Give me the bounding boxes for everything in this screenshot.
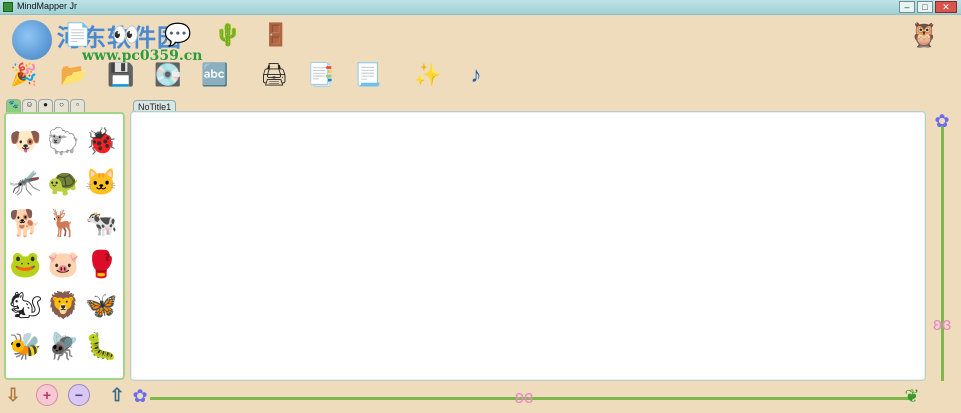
- party-hat-icon[interactable]: 🎉: [8, 58, 40, 92]
- caterpillar-sticker-icon[interactable]: 🐛: [84, 327, 120, 365]
- tab-faces[interactable]: ☺: [22, 99, 37, 112]
- palette-tabs: 🐾 ☺ ● ○ ▫: [6, 99, 85, 113]
- move-down-button[interactable]: ⇩: [2, 384, 24, 406]
- mosquito-sticker-icon[interactable]: 🦟: [8, 163, 44, 201]
- bee-sticker-icon[interactable]: 🐝: [8, 327, 44, 365]
- squirrel-sticker-icon[interactable]: 🐿: [8, 286, 44, 324]
- butterfly-sticker-icon[interactable]: 🦋: [84, 286, 120, 324]
- save-as-icon[interactable]: 💽: [152, 58, 184, 92]
- close-button[interactable]: ✕: [935, 1, 957, 13]
- new-map-icon[interactable]: 📄: [62, 18, 94, 52]
- owl-helper-icon[interactable]: 🦉: [907, 18, 941, 52]
- sheep-sticker-icon[interactable]: 🐑: [46, 122, 82, 160]
- vertical-slider-thumb-butterfly-icon[interactable]: ʚɞ: [928, 314, 956, 334]
- document-icon[interactable]: 📃: [352, 58, 384, 92]
- cow-sticker-icon[interactable]: 🐄: [84, 204, 120, 242]
- minimize-button[interactable]: –: [899, 1, 915, 13]
- tab-bubbles[interactable]: ○: [54, 99, 69, 112]
- flower-icon: ✿: [934, 111, 950, 131]
- move-up-button[interactable]: ⇧: [106, 384, 128, 406]
- exit-door-icon[interactable]: 🚪: [260, 18, 292, 52]
- watermark-logo-icon: [12, 20, 52, 60]
- dog-sticker-icon[interactable]: 🐶: [8, 122, 44, 160]
- print-preview-icon[interactable]: 📑: [305, 58, 337, 92]
- frog-sticker-icon[interactable]: 🐸: [8, 245, 44, 283]
- deer-sticker-icon[interactable]: 🦌: [46, 204, 82, 242]
- leaf-icon: ❦: [904, 386, 920, 406]
- zoom-in-button[interactable]: +: [36, 384, 58, 406]
- dragonfly-sticker-icon[interactable]: 🪰: [46, 327, 82, 365]
- map-canvas[interactable]: [130, 111, 926, 381]
- boxer-sheep-sticker-icon[interactable]: 🥊: [84, 245, 120, 283]
- maximize-button[interactable]: □: [917, 1, 933, 13]
- speech-bubble-icon[interactable]: 💬: [162, 18, 194, 52]
- printer-icon[interactable]: 🖨: [258, 58, 290, 92]
- window-controls: – □ ✕: [899, 1, 957, 13]
- cactus-icon[interactable]: 🌵: [212, 18, 244, 52]
- pig-sticker-icon[interactable]: 🐷: [46, 245, 82, 283]
- dog-with-bone-sticker-icon[interactable]: 🐕: [8, 204, 44, 242]
- tab-animals[interactable]: 🐾: [6, 99, 21, 112]
- lion-sticker-icon[interactable]: 🦁: [46, 286, 82, 324]
- horizontal-slider-thumb-butterfly-icon[interactable]: ʚɞ: [510, 386, 538, 408]
- app-icon: [3, 2, 13, 12]
- window-title: MindMapper Jr: [17, 1, 78, 11]
- bug-sticker-icon[interactable]: 🐞: [84, 122, 120, 160]
- eyes-icon[interactable]: 👀: [110, 18, 142, 52]
- zoom-out-button[interactable]: −: [68, 384, 90, 406]
- music-note-icon[interactable]: ♪: [460, 58, 492, 92]
- title-bar: MindMapper Jr – □ ✕: [0, 0, 961, 15]
- flower-icon: ✿: [132, 386, 148, 406]
- cat-sticker-icon[interactable]: 🐱: [84, 163, 120, 201]
- sparkle-document-icon[interactable]: ✨: [412, 58, 444, 92]
- tab-objects[interactable]: ●: [38, 99, 53, 112]
- sticker-palette: 🐶 🐑 🐞 🦟 🐢 🐱 🐕 🦌 🐄 🐸 🐷 🥊 🐿 🦁 🦋 🐝 🪰 🐛: [4, 112, 125, 380]
- vertical-slider-track[interactable]: [941, 125, 944, 381]
- save-icon[interactable]: 💾: [105, 58, 137, 92]
- letters-icon[interactable]: 🔤: [199, 58, 231, 92]
- open-folder-icon[interactable]: 📂: [58, 58, 90, 92]
- turtle-sticker-icon[interactable]: 🐢: [46, 163, 82, 201]
- tab-misc[interactable]: ▫: [70, 99, 85, 112]
